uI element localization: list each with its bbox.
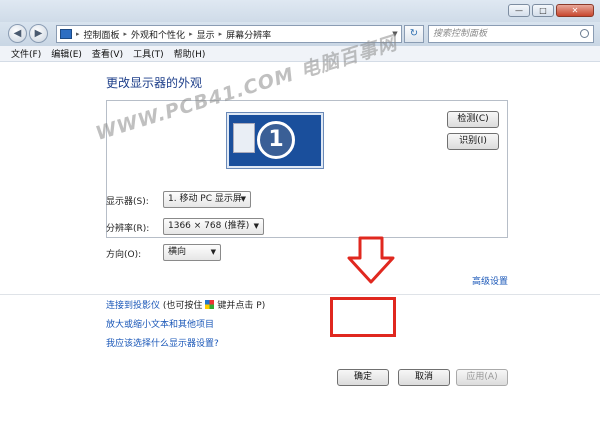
enlarge-text-link[interactable]: 放大或缩小文本和其他项目 (106, 317, 214, 330)
close-button[interactable]: ✕ (556, 4, 594, 17)
back-button[interactable]: ◀ (8, 24, 27, 43)
forward-button[interactable]: ▶ (29, 24, 48, 43)
maximize-button[interactable]: □ (532, 4, 554, 17)
breadcrumb-screen-resolution[interactable]: 屏幕分辨率 (226, 28, 271, 41)
monitor-number: 1 (257, 121, 295, 159)
footer-divider (0, 294, 600, 295)
advanced-settings-link[interactable]: 高级设置 (472, 274, 508, 287)
orientation-select-value: 横向 (168, 247, 187, 257)
breadcrumb-display[interactable]: 显示 (197, 28, 215, 41)
refresh-button[interactable]: ↻ (404, 25, 424, 43)
chevron-down-icon: ▼ (240, 195, 246, 203)
projector-hint-pre: (也可按住 (162, 301, 203, 311)
title-bar: — □ ✕ (0, 0, 600, 22)
projector-link[interactable]: 连接到投影仪 (106, 301, 160, 311)
windows-key-icon (205, 300, 215, 309)
menu-tools[interactable]: 工具(T) (133, 47, 164, 60)
menu-view[interactable]: 查看(V) (92, 47, 123, 60)
page-title: 更改显示器的外观 (106, 76, 203, 90)
which-settings-link[interactable]: 我应该选择什么显示器设置? (106, 336, 219, 349)
search-placeholder: 搜索控制面板 (433, 29, 488, 39)
display-select[interactable]: 1. 移动 PC 显示屏 ▼ (163, 191, 251, 208)
ok-highlight-box (330, 297, 396, 337)
orientation-select[interactable]: 横向 ▼ (163, 244, 221, 261)
chevron-down-icon: ▼ (253, 222, 259, 230)
window-thumbnail-icon (233, 123, 255, 153)
orientation-label: 方向(O): (106, 250, 142, 260)
resolution-select[interactable]: 1366 × 768 (推荐) ▼ (163, 218, 264, 235)
apply-button[interactable]: 应用(A) (456, 369, 508, 386)
search-input[interactable]: 搜索控制面板 (428, 25, 594, 43)
control-panel-icon (60, 29, 72, 39)
breadcrumb-appearance[interactable]: 外观和个性化 (131, 28, 185, 41)
minimize-button[interactable]: — (508, 4, 530, 17)
arrow-down-icon (347, 236, 395, 284)
navigation-bar: ◀ ▶ ▸ 控制面板 ▸ 外观和个性化 ▸ 显示 ▸ 屏幕分辨率 ▼ ↻ 搜索控… (0, 22, 600, 46)
search-icon[interactable] (580, 29, 589, 38)
chevron-down-icon: ▼ (210, 248, 216, 256)
resolution-label: 分辨率(R): (106, 224, 150, 234)
detect-button[interactable]: 检测(C) (447, 111, 499, 128)
ok-button[interactable]: 确定 (337, 369, 389, 386)
main-content: 更改显示器的外观 1 检测(C) 识别(I) 显示器(S): 1. 移动 PC … (0, 62, 600, 425)
display-label: 显示器(S): (106, 197, 149, 207)
identify-button[interactable]: 识别(I) (447, 133, 499, 150)
display-select-value: 1. 移动 PC 显示屏 (168, 194, 242, 204)
cancel-button[interactable]: 取消 (398, 369, 450, 386)
projector-hint-post: 键并点击 P) (217, 301, 266, 311)
menu-file[interactable]: 文件(F) (11, 47, 41, 60)
projector-row: 连接到投影仪 (也可按住 键并点击 P) (106, 298, 265, 311)
resolution-select-value: 1366 × 768 (推荐) (168, 221, 250, 231)
menu-help[interactable]: 帮助(H) (174, 47, 206, 60)
breadcrumb-control-panel[interactable]: 控制面板 (84, 28, 120, 41)
monitor-thumbnail[interactable]: 1 (226, 112, 324, 169)
menu-edit[interactable]: 编辑(E) (51, 47, 82, 60)
